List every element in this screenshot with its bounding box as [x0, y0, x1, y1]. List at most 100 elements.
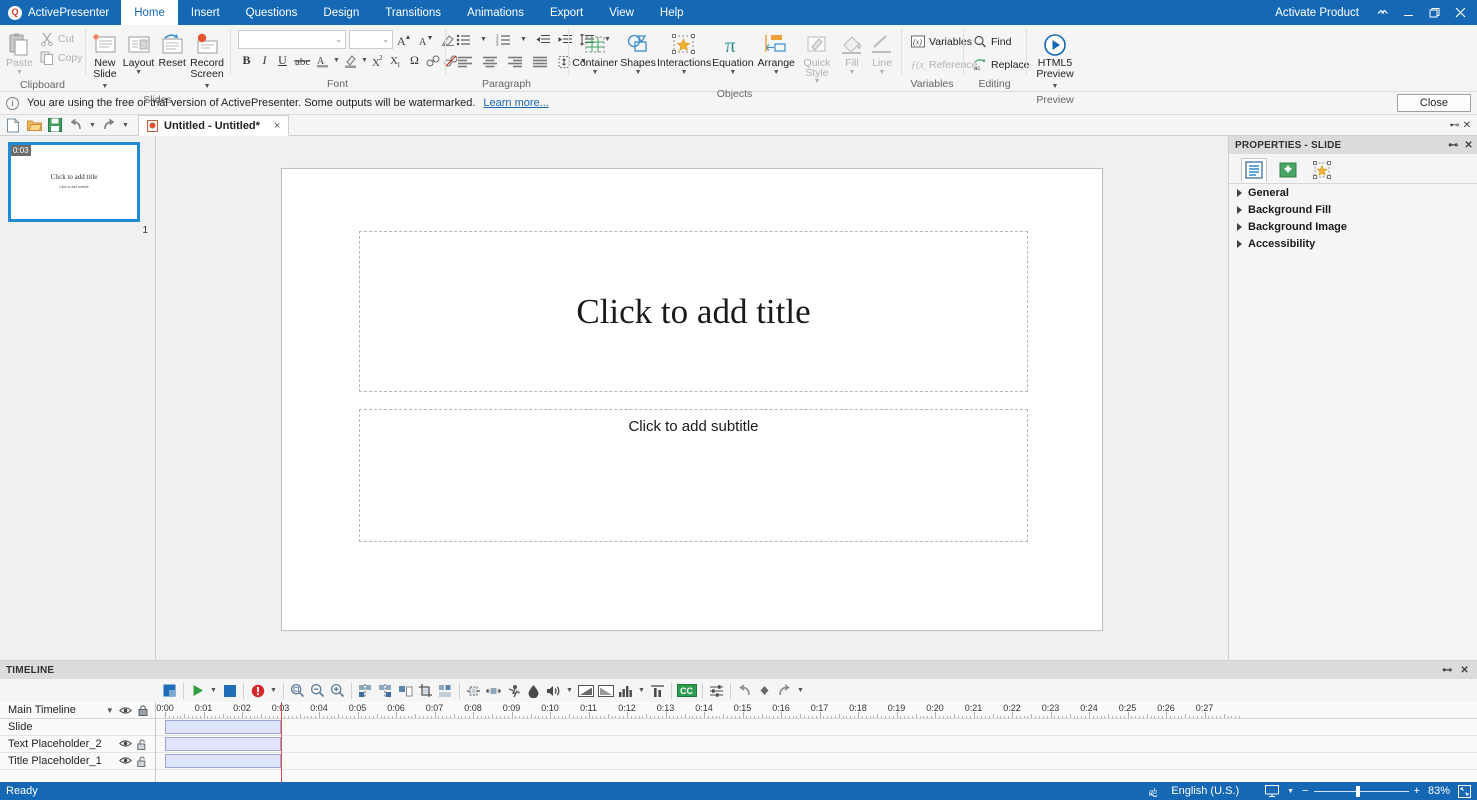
- container-button[interactable]: Container▼: [572, 29, 618, 79]
- redo-icon[interactable]: [99, 116, 119, 135]
- presentation-view-icon[interactable]: [1247, 785, 1279, 797]
- subtitle-placeholder[interactable]: Click to add subtitle: [359, 409, 1028, 542]
- prev-keyframe-icon[interactable]: [735, 681, 754, 701]
- activate-product-link[interactable]: Activate Product: [1265, 7, 1369, 19]
- zoom-to-fit-icon[interactable]: [288, 681, 307, 701]
- property-section-background-fill[interactable]: Background Fill: [1229, 201, 1477, 218]
- unlock-icon[interactable]: [137, 756, 148, 767]
- play-dropdown-icon[interactable]: ▼: [208, 681, 219, 701]
- arrange-button[interactable]: Arrange▼: [756, 29, 797, 79]
- font-color-dropdown-icon[interactable]: ▼: [332, 51, 341, 70]
- align-justify-icon[interactable]: [528, 52, 552, 71]
- spellcheck-icon[interactable]: ab: [1149, 786, 1163, 797]
- timeline-bar-title-placeholder-1[interactable]: [165, 754, 281, 768]
- symbol-icon[interactable]: Ω: [406, 51, 423, 70]
- panel-close-icon[interactable]: ✕: [1463, 120, 1471, 131]
- copy-button[interactable]: Copy: [35, 48, 88, 67]
- title-placeholder[interactable]: Click to add title: [359, 231, 1028, 392]
- new-document-icon[interactable]: [3, 116, 23, 135]
- decrease-indent-icon[interactable]: [533, 30, 554, 49]
- shapes-button[interactable]: Shapes▼: [618, 29, 658, 79]
- subscript-icon[interactable]: X1: [388, 51, 405, 70]
- tab-animations[interactable]: Animations: [454, 0, 537, 25]
- cut-button[interactable]: Cut: [35, 29, 88, 48]
- zoom-out-icon[interactable]: [308, 681, 327, 701]
- volume-icon[interactable]: [544, 681, 563, 701]
- highlight-color-dropdown-icon[interactable]: ▼: [360, 51, 369, 70]
- record-stop-icon[interactable]: [220, 681, 239, 701]
- slide-properties-tab[interactable]: [1241, 158, 1267, 182]
- ribbon-collapse-icon[interactable]: [1369, 0, 1395, 25]
- align-right-icon[interactable]: [503, 52, 527, 71]
- increase-font-size-icon[interactable]: A: [394, 30, 415, 49]
- lock-icon[interactable]: [138, 705, 148, 716]
- view-dropdown-icon[interactable]: ▼: [1287, 788, 1294, 795]
- change-speed-icon[interactable]: [436, 681, 455, 701]
- slide-canvas[interactable]: Click to add title Click to add subtitle: [281, 168, 1103, 631]
- timeline-tracks[interactable]: 0:000:010:020:030:040:050:060:070:080:09…: [156, 702, 1477, 782]
- close-icon[interactable]: [1447, 0, 1473, 25]
- timeline-row-name-title-placeholder-1[interactable]: Title Placeholder_1: [0, 753, 155, 770]
- tab-view[interactable]: View: [596, 0, 647, 25]
- new-slide-button[interactable]: NewSlide ▼: [89, 29, 121, 94]
- zoom-in-icon[interactable]: [328, 681, 347, 701]
- undo-icon[interactable]: [66, 116, 86, 135]
- zoom-slider[interactable]: − +: [1302, 785, 1420, 797]
- timeline-row-name-text-placeholder-2[interactable]: Text Placeholder_2: [0, 736, 155, 753]
- restore-icon[interactable]: [1421, 0, 1447, 25]
- insert-freeze-icon[interactable]: [464, 681, 483, 701]
- quick-style-button[interactable]: Quick Style▼: [797, 29, 837, 88]
- minimize-icon[interactable]: [1395, 0, 1421, 25]
- tab-transitions[interactable]: Transitions: [372, 0, 454, 25]
- blur-icon[interactable]: [524, 681, 543, 701]
- open-folder-icon[interactable]: [24, 116, 44, 135]
- fit-to-window-icon[interactable]: [1458, 785, 1471, 798]
- tab-home[interactable]: Home: [121, 0, 178, 25]
- font-family-select[interactable]: ⌄: [238, 30, 346, 49]
- bold-icon[interactable]: B: [238, 51, 255, 70]
- numbered-list-icon[interactable]: 123: [493, 30, 514, 49]
- eye-icon[interactable]: [119, 756, 132, 767]
- adjust-icon[interactable]: [707, 681, 726, 701]
- insert-transition-icon[interactable]: [504, 681, 523, 701]
- tab-questions[interactable]: Questions: [233, 0, 311, 25]
- volume-level-dropdown-icon[interactable]: ▼: [636, 681, 647, 701]
- slide-transition-tab[interactable]: [1275, 158, 1301, 182]
- tab-design[interactable]: Design: [310, 0, 372, 25]
- reset-button[interactable]: Reset: [156, 29, 188, 72]
- numbered-list-dropdown-icon[interactable]: ▼: [515, 30, 532, 49]
- slide-thumbnail[interactable]: 0:03 Click to add title Click to add sub…: [8, 142, 140, 222]
- save-icon[interactable]: [45, 116, 65, 135]
- panel-pin-icon[interactable]: ⊷: [1450, 120, 1460, 131]
- italic-icon[interactable]: I: [256, 51, 273, 70]
- crop-icon[interactable]: [416, 681, 435, 701]
- stop-blue-icon[interactable]: [160, 681, 179, 701]
- timeline-row-name-slide[interactable]: Slide: [0, 719, 155, 736]
- redo-dropdown-icon[interactable]: ▼: [120, 116, 131, 135]
- timeline-close-icon[interactable]: ✕: [1460, 665, 1469, 676]
- zoom-out-button[interactable]: −: [1302, 785, 1308, 797]
- normalize-icon[interactable]: [648, 681, 667, 701]
- tab-insert[interactable]: Insert: [178, 0, 233, 25]
- fill-button[interactable]: Fill▼: [837, 29, 867, 79]
- layout-button[interactable]: Layout▼: [121, 29, 157, 79]
- tab-help[interactable]: Help: [647, 0, 697, 25]
- underline-icon[interactable]: U: [274, 51, 291, 70]
- timeline-bar-slide[interactable]: [165, 720, 281, 734]
- record-screen-button[interactable]: RecordScreen ▼: [188, 29, 226, 94]
- eye-icon[interactable]: [119, 739, 132, 750]
- volume-dropdown-icon[interactable]: ▼: [564, 681, 575, 701]
- slides-panel[interactable]: 0:03 Click to add title Click to add sub…: [0, 136, 156, 660]
- interactions-button[interactable]: Interactions▼: [658, 29, 710, 79]
- align-center-icon[interactable]: [478, 52, 502, 71]
- document-tab-close-icon[interactable]: ×: [266, 120, 280, 132]
- slide-interactivity-tab[interactable]: [1309, 158, 1335, 182]
- fade-in-icon[interactable]: [576, 681, 595, 701]
- html5-preview-button[interactable]: HTML5Preview ▼: [1030, 29, 1080, 94]
- zoom-in-button[interactable]: +: [1414, 785, 1420, 797]
- slide-canvas-area[interactable]: Click to add title Click to add subtitle: [156, 136, 1228, 660]
- bullet-list-dropdown-icon[interactable]: ▼: [475, 30, 492, 49]
- notification-close-button[interactable]: Close: [1397, 94, 1471, 112]
- eye-icon[interactable]: [119, 706, 132, 715]
- zoom-thumb[interactable]: [1356, 786, 1360, 797]
